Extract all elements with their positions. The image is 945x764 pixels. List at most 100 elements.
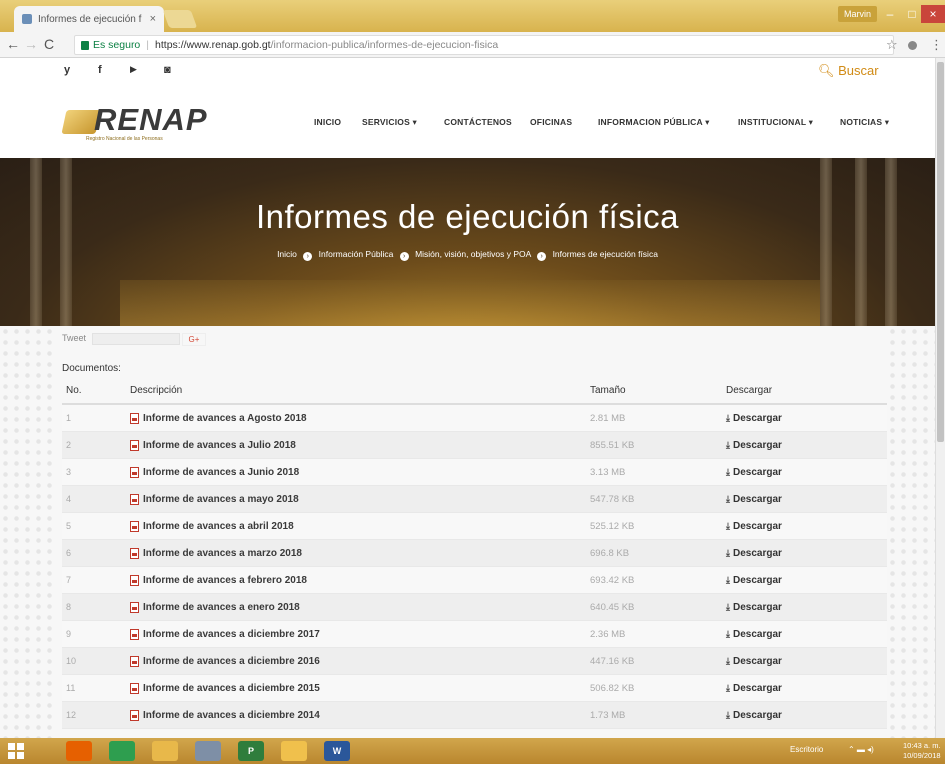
close-window-button[interactable]: × xyxy=(921,5,945,23)
download-link[interactable]: ⤓ Descargar xyxy=(726,432,782,458)
breadcrumb-mision[interactable]: Misión, visión, objetivos y POA xyxy=(415,249,531,259)
nav-informacion-publica[interactable]: INFORMACION PÚBLICA ▾ xyxy=(598,117,710,128)
table-row: 6 Informe de avances a marzo 2018 696.8 KB… xyxy=(62,540,887,567)
document-link[interactable]: Informe de avances a Julio 2018 xyxy=(130,432,296,458)
breadcrumb-sep-icon: › xyxy=(537,252,547,261)
back-arrow-icon[interactable]: ← xyxy=(6,36,20,52)
address-bar[interactable]: Es seguro | https://www.renap.gob.gt /in… xyxy=(74,35,894,55)
download-link[interactable]: ⤓ Descargar xyxy=(726,540,782,566)
document-title: Informe de avances a diciembre 2015 xyxy=(143,682,320,694)
download-link[interactable]: ⤓ Descargar xyxy=(726,567,782,593)
document-link[interactable]: Informe de avances a abril 2018 xyxy=(130,513,294,539)
header-description: Descripción xyxy=(130,384,183,396)
clock[interactable]: 10:43 a. m. 10/09/2018 xyxy=(903,741,941,761)
file-size: 547.78 KB xyxy=(590,493,635,505)
download-icon: ⤓ xyxy=(726,412,730,423)
download-link[interactable]: ⤓ Descargar xyxy=(726,621,782,647)
profile-badge[interactable]: Marvin xyxy=(838,6,878,22)
nav-oficinas[interactable]: OFICINAS xyxy=(530,117,572,127)
network-app-icon[interactable] xyxy=(195,741,221,761)
download-icon: ⤓ xyxy=(726,520,730,531)
windows-start-icon[interactable] xyxy=(8,743,24,759)
download-link[interactable]: ⤓ Descargar xyxy=(726,594,782,620)
document-link[interactable]: Informe de avances a febrero 2018 xyxy=(130,567,307,593)
document-link[interactable]: Informe de avances a diciembre 2016 xyxy=(130,648,320,674)
search-icon: 🔍︎ xyxy=(818,63,835,78)
page-scrollbar[interactable] xyxy=(935,58,945,738)
facebook-icon[interactable]: f xyxy=(98,64,102,76)
document-link[interactable]: Informe de avances a diciembre 2017 xyxy=(130,621,320,647)
system-tray-icons[interactable]: ⌃ ▬ ◂) xyxy=(848,745,874,754)
browser-tab-strip: Informes de ejecución f × Marvin – □ × xyxy=(0,0,945,32)
download-link[interactable]: ⤓ Descargar xyxy=(726,459,782,485)
download-link[interactable]: ⤓ Descargar xyxy=(726,702,782,728)
facebook-share-button[interactable] xyxy=(92,333,180,345)
document-title: Informe de avances a Agosto 2018 xyxy=(143,412,307,424)
explorer-icon[interactable] xyxy=(281,741,307,761)
nav-institucional[interactable]: INSTITUCIONAL ▾ xyxy=(738,117,813,128)
download-icon: ⤓ xyxy=(726,709,730,720)
document-link[interactable]: Informe de avances a enero 2018 xyxy=(130,594,300,620)
tab-close-icon[interactable]: × xyxy=(150,13,156,25)
nav-inicio[interactable]: INICIO xyxy=(314,117,341,127)
browser-menu-icon[interactable]: ⋮ xyxy=(930,37,943,53)
browser-toolbar: ← → C Es seguro | https://www.renap.gob.… xyxy=(0,32,945,58)
download-link[interactable]: ⤓ Descargar xyxy=(726,405,782,431)
clock-time: 10:43 a. m. xyxy=(903,741,941,750)
pdf-icon xyxy=(130,574,139,586)
tweet-button[interactable]: Tweet xyxy=(62,333,86,343)
word-icon[interactable]: W xyxy=(324,741,350,761)
document-link[interactable]: Informe de avances a marzo 2018 xyxy=(130,540,302,566)
document-title: Informe de avances a Julio 2018 xyxy=(143,439,296,451)
nav-contactenos[interactable]: CONTÁCTENOS xyxy=(444,117,512,127)
download-icon: ⤓ xyxy=(726,547,730,558)
file-size: 447.16 KB xyxy=(590,655,635,667)
reload-icon[interactable]: C xyxy=(44,36,54,52)
forward-arrow-icon[interactable]: → xyxy=(24,36,38,52)
pdf-icon xyxy=(130,547,139,559)
table-row: 7 Informe de avances a febrero 2018 693.42… xyxy=(62,567,887,594)
document-link[interactable]: Informe de avances a Agosto 2018 xyxy=(130,405,307,431)
search-link[interactable]: 🔍︎ Buscar xyxy=(818,63,879,79)
new-tab-button[interactable] xyxy=(162,10,198,28)
breadcrumb-informacion-publica[interactable]: Información Pública xyxy=(319,249,394,259)
file-size: 3.13 MB xyxy=(590,466,626,478)
instagram-icon[interactable]: ◙ xyxy=(164,64,171,76)
gplus-share-button[interactable]: G+ xyxy=(182,333,206,346)
document-link[interactable]: Informe de avances a Junio 2018 xyxy=(130,459,299,485)
row-number: 11 xyxy=(66,683,76,693)
project-icon[interactable]: P xyxy=(238,741,264,761)
download-label: Descargar xyxy=(732,520,782,532)
twitter-icon[interactable]: y xyxy=(64,64,70,76)
windows-taskbar: P W Escritorio ⌃ ▬ ◂) 10:43 a. m. 10/09/2… xyxy=(0,738,945,764)
download-link[interactable]: ⤓ Descargar xyxy=(726,675,782,701)
folder-app-icon[interactable] xyxy=(152,741,178,761)
download-label: Descargar xyxy=(732,709,782,721)
document-link[interactable]: Informe de avances a mayo 2018 xyxy=(130,486,299,512)
youtube-icon[interactable]: ▶ xyxy=(130,64,137,75)
pdf-icon xyxy=(130,466,139,478)
download-link[interactable]: ⤓ Descargar xyxy=(726,648,782,674)
download-icon: ⤓ xyxy=(726,574,730,585)
nav-servicios[interactable]: SERVICIOS ▾ xyxy=(362,117,417,128)
nav-noticias[interactable]: NOTICIAS ▾ xyxy=(840,117,889,128)
table-row: 3 Informe de avances a Junio 2018 3.13 MB ⤓… xyxy=(62,459,887,486)
download-icon: ⤓ xyxy=(726,628,730,639)
browser-tab[interactable]: Informes de ejecución f × xyxy=(14,6,164,32)
breadcrumb-inicio[interactable]: Inicio xyxy=(277,249,297,259)
scrollbar-thumb[interactable] xyxy=(937,62,944,442)
row-number: 4 xyxy=(66,494,72,504)
document-link[interactable]: Informe de avances a diciembre 2014 xyxy=(130,702,320,728)
desktop-label[interactable]: Escritorio xyxy=(790,745,823,754)
document-link[interactable]: Informe de avances a diciembre 2015 xyxy=(130,675,320,701)
extension-icon[interactable] xyxy=(908,41,917,50)
bookmark-star-icon[interactable]: ☆ xyxy=(886,37,898,53)
download-icon: ⤓ xyxy=(726,682,730,693)
firefox-icon[interactable] xyxy=(66,741,92,761)
download-link[interactable]: ⤓ Descargar xyxy=(726,486,782,512)
table-row: 1 Informe de avances a Agosto 2018 2.81 MB… xyxy=(62,405,887,432)
download-link[interactable]: ⤓ Descargar xyxy=(726,513,782,539)
table-row: 10 Informe de avances a diciembre 2016 447… xyxy=(62,648,887,675)
chrome-icon[interactable] xyxy=(109,741,135,761)
download-label: Descargar xyxy=(732,439,782,451)
